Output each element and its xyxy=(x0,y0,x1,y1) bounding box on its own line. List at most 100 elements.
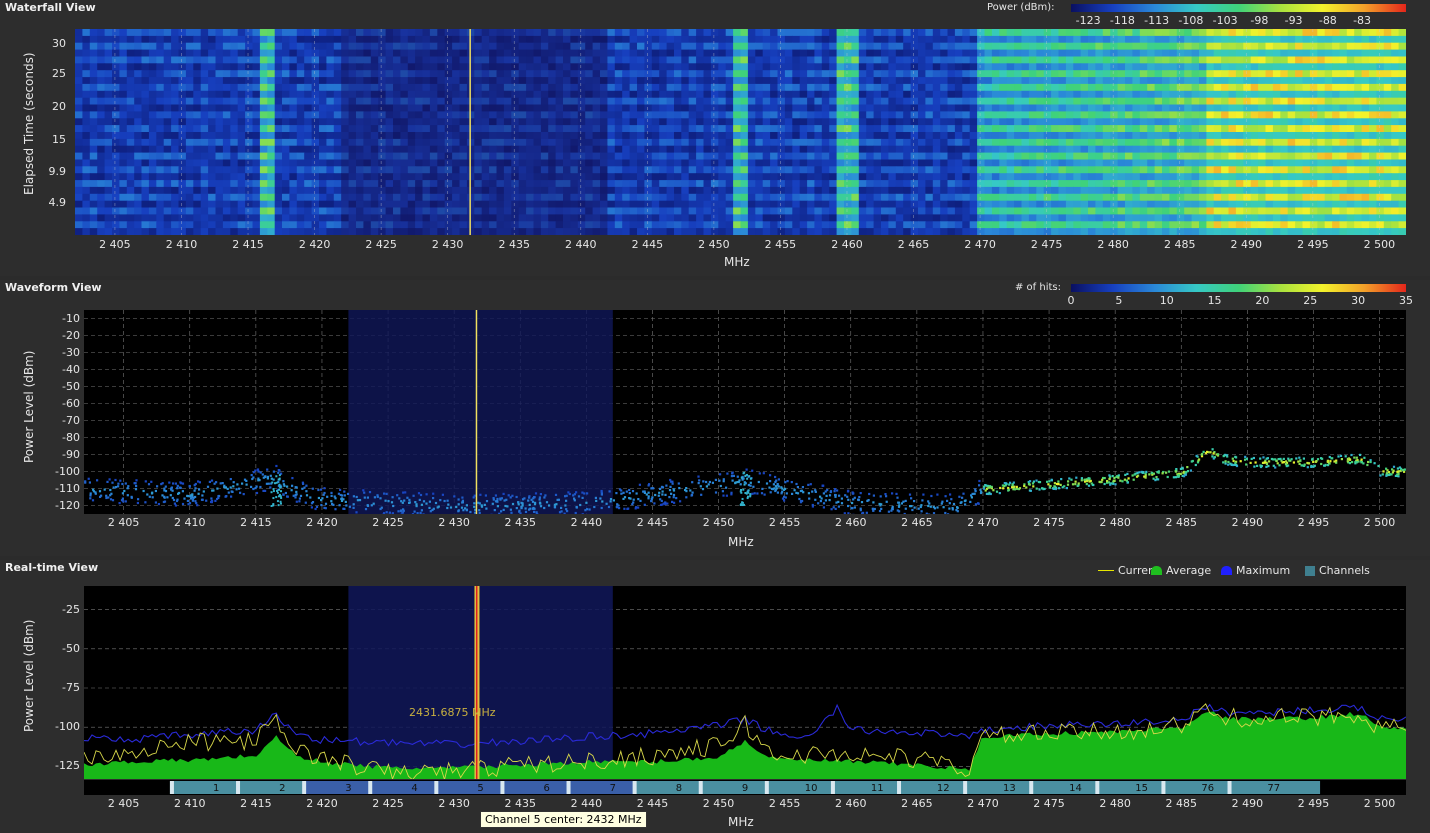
waterfall-cell xyxy=(1162,104,1170,112)
waterfall-cell xyxy=(1354,83,1363,92)
waterfall-cell xyxy=(1221,145,1230,153)
waterfall-cell xyxy=(799,63,808,71)
waterfall-cell xyxy=(171,104,180,112)
waterfall-cell xyxy=(858,83,867,92)
waterfall-cell xyxy=(977,125,986,133)
waterfall-cell xyxy=(659,125,668,133)
waterfall-cell xyxy=(947,125,956,133)
waterfall-cell xyxy=(1021,186,1030,195)
waterfall-cell xyxy=(733,77,742,85)
waterfall-cell xyxy=(1280,35,1289,44)
waterfall-cell xyxy=(762,159,771,167)
waterfall-cell xyxy=(784,132,793,140)
waterfall-cell xyxy=(200,42,209,50)
waterfall-cell xyxy=(725,29,734,37)
waterfall-cell xyxy=(991,125,1000,133)
waterfall-cell xyxy=(1228,104,1237,112)
waterfall-cell xyxy=(178,173,187,181)
waterfall-cell xyxy=(267,56,276,64)
waterfall-cell xyxy=(984,145,993,153)
waterfall-cell xyxy=(267,42,276,50)
waterfall-cell xyxy=(1295,35,1304,44)
waterfall-cell xyxy=(1398,49,1406,57)
waterfall-cell xyxy=(185,214,194,222)
waterfall-cell xyxy=(614,104,623,112)
waterfall-cell xyxy=(259,180,268,188)
waterfall-cell xyxy=(725,56,734,64)
waterfall-cell xyxy=(1354,145,1363,153)
waterfall-cell xyxy=(1006,193,1015,202)
waterfall-cell xyxy=(245,214,254,222)
waterfall-cell xyxy=(156,152,165,160)
waterfall-cell xyxy=(1095,159,1104,167)
waterfall-cell xyxy=(134,49,143,57)
waterfall-cell xyxy=(1369,145,1377,153)
waterfall-cell xyxy=(651,166,660,174)
waterfall-cell xyxy=(659,70,668,78)
waterfall-cell xyxy=(282,200,290,208)
waterfall-cell xyxy=(1043,193,1052,202)
waterfall-cell xyxy=(267,166,276,174)
waterfall-cell xyxy=(193,214,202,222)
waterfall-cell xyxy=(637,173,645,181)
waterfall-cell xyxy=(119,42,128,50)
waterfall-cell xyxy=(1088,77,1096,85)
waterfall-cell xyxy=(274,42,283,50)
waterfall-cell xyxy=(688,118,697,126)
waterfall-cell xyxy=(1117,200,1126,208)
waterfall-cell xyxy=(740,63,749,71)
waterfall-cell xyxy=(1021,180,1030,188)
waterfall-cell xyxy=(193,77,202,85)
waterfall-cell xyxy=(622,29,631,37)
waterfall-cell xyxy=(629,193,638,202)
waterfall-cell xyxy=(326,125,335,133)
waterfall-cell xyxy=(674,63,682,71)
waterfall-cell xyxy=(1058,207,1067,215)
waterfall-cell xyxy=(607,63,616,71)
waterfall-cell xyxy=(629,118,638,126)
waterfall-cell xyxy=(851,132,860,140)
waterfall-cell xyxy=(1369,49,1377,57)
waterfall-cell xyxy=(1361,83,1370,92)
waterfall-cell xyxy=(156,166,165,174)
waterfall-cell xyxy=(1398,173,1406,181)
waterfall-cell xyxy=(1243,118,1252,126)
waterfall-cell xyxy=(1184,35,1193,44)
waterfall-cell xyxy=(784,90,793,99)
waterfall-cell xyxy=(134,97,143,105)
waterfall-cell xyxy=(75,166,83,174)
waterfall-cell xyxy=(1287,104,1296,112)
waterfall-cell xyxy=(784,63,793,71)
waterfall-cell xyxy=(1102,49,1111,57)
waterfall-cell xyxy=(148,132,157,140)
waterfall-cell xyxy=(119,118,128,126)
waterfall-cell xyxy=(237,166,246,174)
waterfall-cell xyxy=(97,138,106,147)
waterfall-cell xyxy=(311,200,320,208)
waterfall-cell xyxy=(947,77,956,85)
waterfall-cell xyxy=(1191,152,1200,160)
waterfall-cell xyxy=(1228,132,1237,140)
waterfall-cell xyxy=(873,56,882,64)
waterfall-cell xyxy=(1043,200,1052,208)
waterfall-cell xyxy=(1302,70,1311,78)
waterfall-cell xyxy=(1317,138,1326,147)
waterfall-cell xyxy=(940,125,949,133)
waterfall-plot[interactable] xyxy=(75,29,1406,235)
waterfall-cell xyxy=(1309,104,1318,112)
waterfall-cell xyxy=(1184,90,1193,99)
waterfall-cell xyxy=(651,49,660,57)
waterfall-cell xyxy=(1346,90,1355,99)
waterfall-cell xyxy=(1036,138,1045,147)
waterfall-cell xyxy=(112,152,120,160)
waterfall-cell xyxy=(1398,63,1406,71)
waterfall-cell xyxy=(792,138,801,147)
waterfall-cell xyxy=(947,111,956,119)
waterfall-cell xyxy=(1235,97,1244,105)
waterfall-cell xyxy=(1147,111,1156,119)
waterfall-cell xyxy=(215,56,224,64)
waterfall-cell xyxy=(1117,159,1126,167)
waterfall-cell xyxy=(607,173,616,181)
waterfall-cell xyxy=(1228,118,1237,126)
waterfall-cell xyxy=(311,97,320,105)
